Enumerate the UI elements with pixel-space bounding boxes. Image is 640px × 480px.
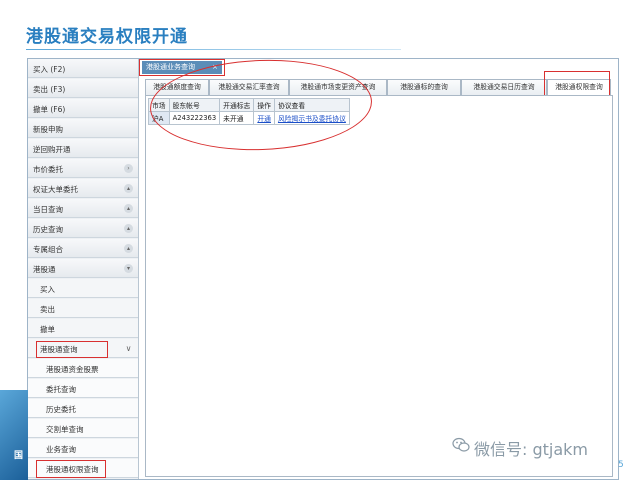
tab-exchange-rate-query[interactable]: 港股通交易汇率查询 <box>209 79 289 95</box>
sidebar-item-label: 撤单 (F6) <box>33 105 66 114</box>
column-header: 操作 <box>253 98 275 112</box>
sidebar-item-warrant-order[interactable]: 权证大单委托 ▴ <box>28 179 138 198</box>
sidebar-item-hk-query[interactable]: 港股通查询 ∨ <box>28 339 138 358</box>
close-icon[interactable]: × <box>212 61 218 74</box>
sidebar-item-label: 市价委托 <box>33 165 63 174</box>
tab-label: 港股通标的查询 <box>400 83 448 91</box>
sidebar-item-label: 专属组合 <box>33 245 63 254</box>
sidebar-item-reverse-repo[interactable]: 逆回购开通 <box>28 139 138 158</box>
sidebar-item-portfolio[interactable]: 专属组合 ▴ <box>28 239 138 258</box>
chevron-down-icon: ▾ <box>124 264 133 273</box>
sidebar-item-label: 撤单 <box>40 325 55 334</box>
tab-label: 港股通交易日历查询 <box>473 83 535 91</box>
chevron-up-icon: ▴ <box>124 224 133 233</box>
sidebar-item-label: 历史查询 <box>33 225 63 234</box>
column-header: 股东帐号 <box>168 98 221 112</box>
sidebar-item-hk-order-query[interactable]: 委托查询 <box>28 379 138 398</box>
sub-tab-bar: 港股通额度查询 港股通交易汇率查询 港股通市场变更资产查询 港股通标的查询 港股… <box>145 79 611 95</box>
sidebar-item-label: 当日查询 <box>33 205 63 214</box>
sidebar-item-hk-funds[interactable]: 港股通资金股票 <box>28 359 138 378</box>
sidebar-item-cancel[interactable]: 撤单 (F6) <box>28 99 138 118</box>
wechat-icon <box>452 437 470 452</box>
sidebar-item-sell[interactable]: 卖出 (F3) <box>28 79 138 98</box>
tab-label: 港股通交易汇率查询 <box>218 83 280 91</box>
sidebar-item-hk-delivery[interactable]: 交割单查询 <box>28 419 138 438</box>
title-divider <box>26 49 401 50</box>
table-row[interactable]: 沪A A243222363 未开通 开通 风险揭示书及委托协议 <box>148 111 350 125</box>
tab-permission-query[interactable]: 港股通权限查询 <box>547 79 611 95</box>
tab-label: 港股通市场变更资产查询 <box>300 83 376 91</box>
sidebar-item-hk-history-orders[interactable]: 历史委托 <box>28 399 138 418</box>
account-cell: A243222363 <box>168 111 221 125</box>
sidebar-item-label: 新股申购 <box>33 125 63 134</box>
wechat-id: 微信号: gtjakm <box>474 440 589 459</box>
sidebar-item-hk-sell[interactable]: 卖出 <box>28 299 138 318</box>
brand-band: 国 <box>0 390 28 480</box>
sidebar-item-hk-business[interactable]: 业务查询 <box>28 439 138 458</box>
sidebar-item-label: 港股通 <box>33 265 56 274</box>
tab-trading-calendar-query[interactable]: 港股通交易日历查询 <box>461 79 547 95</box>
sidebar-item-history-query[interactable]: 历史查询 ▴ <box>28 219 138 238</box>
sidebar-item-label: 历史委托 <box>46 405 76 414</box>
chevron-up-icon: ▴ <box>124 204 133 213</box>
column-header: 协议查看 <box>273 98 350 112</box>
sidebar-item-label: 交割单查询 <box>46 425 84 434</box>
sidebar-item-ipo[interactable]: 新股申购 <box>28 119 138 138</box>
sidebar-item-label: 委托查询 <box>46 385 76 394</box>
sidebar-item-today-query[interactable]: 当日查询 ▴ <box>28 199 138 218</box>
sidebar-item-hk-cancel[interactable]: 撤单 <box>28 319 138 338</box>
sidebar-menu: 买入 (F2) 卖出 (F3) 撤单 (F6) 新股申购 逆回购开通 市价委托 … <box>28 59 139 479</box>
sidebar-item-label: 卖出 (F3) <box>33 85 66 94</box>
chevron-up-icon: ▴ <box>124 184 133 193</box>
sidebar-item-label: 买入 <box>40 285 55 294</box>
wechat-watermark: 微信号: gtjakm <box>452 436 622 459</box>
sidebar-item-label: 业务查询 <box>46 445 76 454</box>
tab-quota-query[interactable]: 港股通额度查询 <box>145 79 209 95</box>
tab-label: 港股通业务查询 <box>146 63 195 71</box>
permission-panel: 市场 股东帐号 开通标志 操作 协议查看 沪A A243222363 未开通 开… <box>145 95 613 477</box>
sidebar-item-market-order[interactable]: 市价委托 › <box>28 159 138 178</box>
permission-table: 市场 股东帐号 开通标志 操作 协议查看 沪A A243222363 未开通 开… <box>148 98 350 125</box>
status-cell: 未开通 <box>219 111 255 125</box>
sidebar-item-hk-buy[interactable]: 买入 <box>28 279 138 298</box>
column-header: 开通标志 <box>219 98 255 112</box>
tab-underlying-query[interactable]: 港股通标的查询 <box>387 79 461 95</box>
table-header-row: 市场 股东帐号 开通标志 操作 协议查看 <box>148 98 350 112</box>
tab-label: 港股通额度查询 <box>153 83 201 91</box>
sidebar-item-label: 港股通权限查询 <box>46 465 99 474</box>
sidebar-item-label: 逆回购开通 <box>33 145 71 154</box>
market-cell: 沪A <box>148 111 170 125</box>
brand-logo: 国 <box>14 451 24 461</box>
tab-asset-change-query[interactable]: 港股通市场变更资产查询 <box>289 79 387 95</box>
sidebar-item-label: 港股通查询 <box>40 345 78 354</box>
column-header: 市场 <box>148 98 170 112</box>
page-number: 5 <box>618 460 624 470</box>
sidebar-item-buy[interactable]: 买入 (F2) <box>28 59 138 78</box>
sidebar-item-label: 权证大单委托 <box>33 185 78 194</box>
trading-app-window: 买入 (F2) 卖出 (F3) 撤单 (F6) 新股申购 逆回购开通 市价委托 … <box>27 58 619 480</box>
sidebar-item-hk-connect[interactable]: 港股通 ▾ <box>28 259 138 278</box>
tab-label: 港股通权限查询 <box>555 83 603 91</box>
main-content: 港股通业务查询 × 港股通额度查询 港股通交易汇率查询 港股通市场变更资产查询 … <box>139 59 618 479</box>
sidebar-item-hk-permission[interactable]: 港股通权限查询 <box>28 459 138 478</box>
agreement-link[interactable]: 风险揭示书及委托协议 <box>273 111 350 125</box>
chevron-down-icon: ∨ <box>125 344 132 353</box>
tab-hk-business-query[interactable]: 港股通业务查询 × <box>142 61 222 74</box>
open-permission-link[interactable]: 开通 <box>253 111 275 125</box>
chevron-right-icon: › <box>124 164 133 173</box>
sidebar-item-label: 买入 (F2) <box>33 65 66 74</box>
slide-title: 港股通交易权限开通 <box>26 27 188 47</box>
chevron-up-icon: ▴ <box>124 244 133 253</box>
sidebar-item-label: 港股通资金股票 <box>46 365 99 374</box>
sidebar-item-label: 卖出 <box>40 305 55 314</box>
